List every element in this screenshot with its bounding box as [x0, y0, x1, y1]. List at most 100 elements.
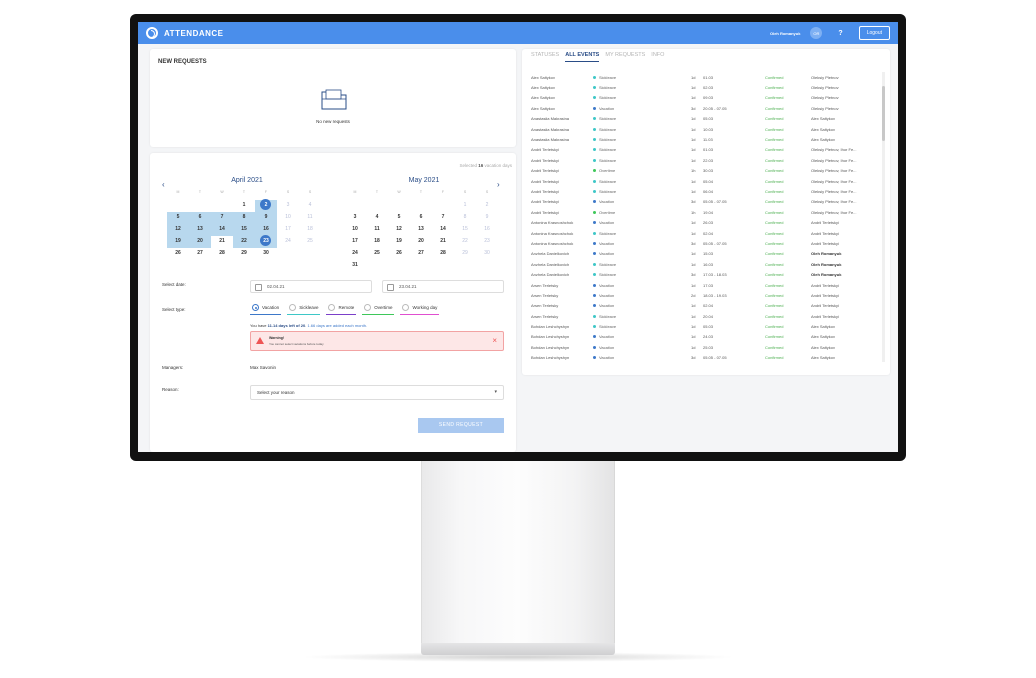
- send-request-button[interactable]: SEND REQUEST: [418, 418, 504, 433]
- calendar-day[interactable]: 12: [388, 224, 410, 236]
- tab-all-events[interactable]: ALL EVENTS: [565, 52, 600, 62]
- event-row[interactable]: Arsen Terletsky Vacation 1d 17.03 Confirmed A…: [531, 280, 883, 290]
- calendar-day[interactable]: 8: [233, 212, 255, 224]
- calendar-day[interactable]: 30: [476, 248, 498, 260]
- date-from-input[interactable]: 02.04.21: [250, 280, 372, 293]
- calendar-day[interactable]: 31: [344, 260, 366, 272]
- tab-info[interactable]: INFO: [651, 52, 664, 62]
- radio-icon[interactable]: [252, 304, 259, 311]
- type-option-vacation[interactable]: Vacation: [250, 301, 282, 315]
- calendar-day[interactable]: 5: [167, 212, 189, 224]
- tab-statuses[interactable]: STATUSES: [531, 52, 559, 62]
- event-row[interactable]: Andrii Terletskyi Sickleave 1d 05.04 Confirm…: [531, 176, 883, 186]
- type-option-remote[interactable]: Remote: [326, 301, 357, 315]
- event-row[interactable]: Arsen Terletsky Vacation 1d 02.04 Confirmed A…: [531, 301, 883, 311]
- logout-button[interactable]: Logout: [858, 26, 890, 40]
- event-row[interactable]: Alex Saltykov Sickleave 1d 02.03 Confirmed Ol…: [531, 82, 883, 92]
- help-button[interactable]: ?: [838, 30, 842, 37]
- calendar-day[interactable]: 3: [277, 200, 299, 212]
- calendar-day[interactable]: 10: [277, 212, 299, 224]
- radio-icon[interactable]: [289, 304, 297, 311]
- calendar-day[interactable]: 15: [454, 224, 476, 236]
- date-to-input[interactable]: 23.04.21: [382, 280, 504, 293]
- calendar-day[interactable]: 9: [255, 212, 277, 224]
- event-row[interactable]: Antonina Krasnoshchok Vacation 3d 05.05 - 0…: [531, 238, 883, 248]
- event-row[interactable]: Bohdan Leshchyshyn Sickleave 1d 05.03 Confir…: [531, 321, 883, 331]
- calendar-day[interactable]: 2: [476, 200, 498, 212]
- avatar[interactable]: OR: [810, 27, 823, 39]
- calendar-day[interactable]: 19: [388, 236, 410, 248]
- calendar-day[interactable]: 13: [189, 224, 211, 236]
- event-row[interactable]: Antonina Krasnoshchok Sickleave 1d 02.04 Con…: [531, 228, 883, 238]
- close-icon[interactable]: ×: [492, 336, 497, 345]
- calendar-day[interactable]: 25: [299, 236, 321, 248]
- calendar-day[interactable]: 29: [233, 248, 255, 260]
- event-row[interactable]: Anastasiia Makrasina Sickleave 1d 11.03 Conf…: [531, 134, 883, 144]
- calendar-day[interactable]: 9: [476, 212, 498, 224]
- calendar-day[interactable]: 25: [366, 248, 388, 260]
- calendar-day[interactable]: 14: [211, 224, 233, 236]
- type-option-overtime[interactable]: Overtime: [362, 301, 395, 315]
- type-option-working-day[interactable]: Working day: [400, 301, 440, 315]
- event-row[interactable]: Andrii Terletskyi Sickleave 1d 01.03 Confirm…: [531, 145, 883, 155]
- calendar-day[interactable]: 23: [255, 235, 277, 248]
- calendar-day[interactable]: 6: [410, 212, 432, 224]
- scrollbar-thumb[interactable]: [882, 86, 885, 141]
- calendar-day[interactable]: 6: [189, 212, 211, 224]
- calendar-day[interactable]: 30: [255, 248, 277, 260]
- calendar-day[interactable]: 14: [432, 224, 454, 236]
- event-row[interactable]: Antonina Krasnoshchok Vacation 1d 26.03 Conf…: [531, 217, 883, 227]
- event-row[interactable]: Andrii Terletskyi Overtime 1h 19.04 Confirme…: [531, 207, 883, 217]
- calendar-day[interactable]: 24: [344, 248, 366, 260]
- event-row[interactable]: Andrii Terletskyi Vacation 3d 05.05 - 07.05…: [531, 197, 883, 207]
- calendar-day[interactable]: 21: [211, 236, 233, 248]
- event-row[interactable]: Andrii Terletskyi Overtime 1h 30.03 Confirme…: [531, 166, 883, 176]
- calendar-day[interactable]: 28: [432, 248, 454, 260]
- calendar-day[interactable]: 16: [476, 224, 498, 236]
- event-row[interactable]: Alex Saltykov Sickleave 1d 01.03 Confirmed Ol…: [531, 72, 883, 82]
- calendar-day[interactable]: 21: [432, 236, 454, 248]
- calendar-day[interactable]: 26: [388, 248, 410, 260]
- calendar-day[interactable]: 1: [454, 200, 476, 212]
- calendar-day[interactable]: 11: [366, 224, 388, 236]
- event-row[interactable]: Arsen Terletsky Vacation 2d 18.03 - 19.03 Co…: [531, 290, 883, 300]
- calendar-day[interactable]: 1: [233, 200, 255, 212]
- event-row[interactable]: Bohdan Leshchyshyn Vacation 3d 05.05 - 07.0…: [531, 353, 883, 362]
- calendar-day[interactable]: 29: [454, 248, 476, 260]
- event-row[interactable]: Anastasiia Makrasina Sickleave 1d 10.03 Conf…: [531, 124, 883, 134]
- calendar-day[interactable]: 15: [233, 224, 255, 236]
- event-row[interactable]: Anzhela Danielkovich Sickleave 3d 17.03 - 1…: [531, 269, 883, 279]
- calendar-day[interactable]: 17: [277, 224, 299, 236]
- calendar-day[interactable]: 8: [454, 212, 476, 224]
- calendar-day[interactable]: 18: [366, 236, 388, 248]
- event-row[interactable]: Anzhela Danielkovich Sickleave 1d 16.03 Conf…: [531, 259, 883, 269]
- event-row[interactable]: Alex Saltykov Vacation 3d 20.05 - 07.05 Conf…: [531, 103, 883, 113]
- calendar-day[interactable]: 20: [189, 236, 211, 248]
- radio-icon[interactable]: [364, 304, 372, 311]
- calendar-day[interactable]: 23: [476, 236, 498, 248]
- calendar-day[interactable]: 27: [189, 248, 211, 260]
- calendar-day[interactable]: 27: [410, 248, 432, 260]
- calendar-day[interactable]: 12: [167, 224, 189, 236]
- calendar-day[interactable]: 20: [410, 236, 432, 248]
- event-row[interactable]: Andrii Terletskyi Sickleave 1d 06.04 Confirm…: [531, 186, 883, 196]
- calendar-day[interactable]: 3: [344, 212, 366, 224]
- calendar-day[interactable]: 7: [211, 212, 233, 224]
- reason-select[interactable]: Select your reason: [250, 385, 504, 400]
- calendar-day[interactable]: 4: [299, 200, 321, 212]
- calendar-day[interactable]: 5: [388, 212, 410, 224]
- event-row[interactable]: Anzhela Danielkovich Vacation 1d 15.03 Confi…: [531, 249, 883, 259]
- calendar-day[interactable]: 22: [233, 236, 255, 248]
- calendar-day[interactable]: 4: [366, 212, 388, 224]
- calendar-day[interactable]: 24: [277, 236, 299, 248]
- calendar-day[interactable]: 26: [167, 248, 189, 260]
- calendar-day[interactable]: 28: [211, 248, 233, 260]
- calendar-day[interactable]: 2: [255, 199, 277, 212]
- tab-my-requests[interactable]: MY REQUESTS: [605, 52, 645, 62]
- type-option-sickleave[interactable]: Sickleave: [287, 301, 321, 315]
- prev-month-arrow-icon[interactable]: ‹: [162, 180, 165, 189]
- calendar-day[interactable]: 18: [299, 224, 321, 236]
- calendar-day[interactable]: 10: [344, 224, 366, 236]
- calendar-day[interactable]: 13: [410, 224, 432, 236]
- calendar-day[interactable]: 22: [454, 236, 476, 248]
